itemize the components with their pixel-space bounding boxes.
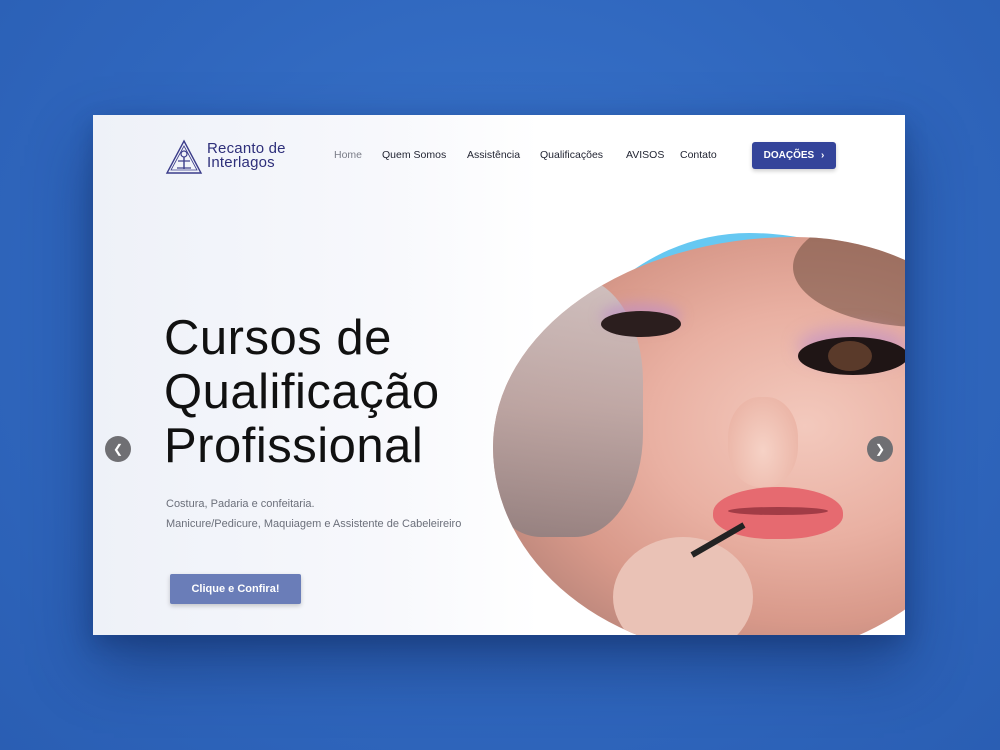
website-preview: Recanto de Interlagos Home Quem Somos As…	[93, 115, 905, 635]
hero-title-line-2: Qualificação	[164, 365, 440, 419]
hero-title-line-1: Cursos de	[164, 311, 392, 365]
nav-quem-somos[interactable]: Quem Somos	[382, 149, 446, 161]
site-logo[interactable]: Recanto de Interlagos	[165, 137, 295, 177]
logo-text: Recanto de Interlagos	[207, 141, 317, 171]
nav-qualificacoes[interactable]: Qualificações	[540, 149, 603, 161]
hero-subtitle-line-1: Costura, Padaria e confeitaria.	[166, 498, 315, 510]
logo-triangle-icon	[165, 139, 203, 174]
hero-subtitle-line-2: Manicure/Pedicure, Maquiagem e Assistent…	[166, 518, 462, 530]
hero-photo-makeup	[493, 237, 905, 635]
logo-line-2: Interlagos	[207, 154, 275, 171]
slider-prev-button[interactable]: ❮	[105, 436, 131, 462]
hero-title-line-3: Profissional	[164, 419, 424, 473]
nav-contato[interactable]: Contato	[680, 149, 717, 161]
nav-assistencia[interactable]: Assistência	[467, 149, 520, 161]
chevron-right-icon: ›	[821, 150, 825, 161]
slider-next-button[interactable]: ❯	[867, 436, 893, 462]
nav-home[interactable]: Home	[334, 149, 362, 161]
nav-avisos[interactable]: AVISOS	[626, 149, 664, 161]
chevron-left-icon: ❮	[112, 442, 124, 456]
chevron-right-icon: ❯	[874, 442, 886, 456]
donate-button[interactable]: DOAÇÕES ›	[752, 142, 836, 169]
cta-button[interactable]: Clique e Confira!	[170, 574, 301, 604]
donate-button-label: DOAÇÕES	[763, 150, 815, 161]
hero-title: Cursos de Qualificação Profissional	[164, 311, 504, 473]
